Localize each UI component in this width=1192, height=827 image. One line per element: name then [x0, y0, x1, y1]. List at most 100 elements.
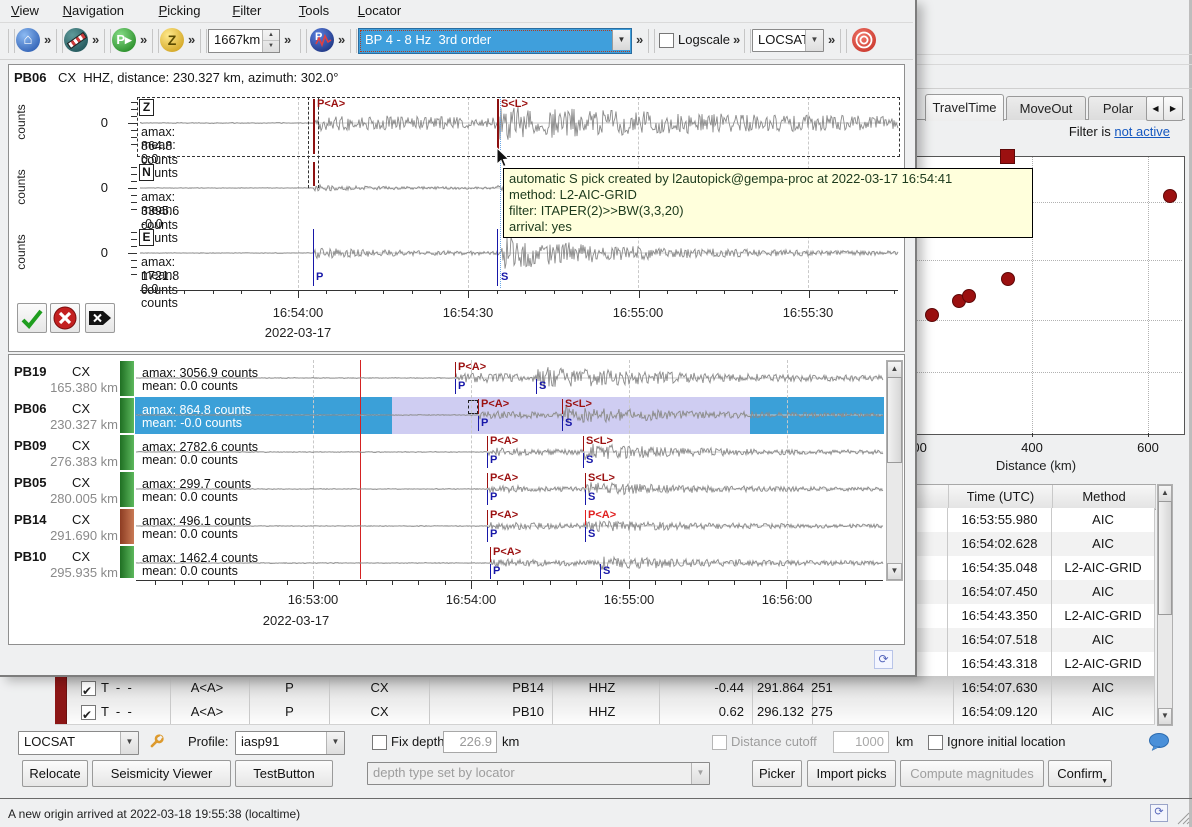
station-row[interactable]: PB14CX291.690 kmamax: 496.1 countsmean: …	[9, 508, 885, 545]
pick-sublabel[interactable]: P	[481, 417, 488, 429]
range-spinbox[interactable]: 1667km ▲ ▼	[208, 29, 280, 53]
pick-line-red[interactable]	[455, 362, 456, 377]
toolbar-handle[interactable]	[104, 29, 111, 53]
toolbar-handle[interactable]	[744, 29, 751, 53]
import-picks-button[interactable]: Import picks	[807, 760, 896, 787]
pick-sublabel[interactable]: P	[490, 528, 497, 540]
apply-and-exit-button[interactable]	[85, 303, 115, 333]
pick-sublabel[interactable]: P	[458, 380, 465, 392]
menu-filter[interactable]: Filter	[228, 3, 265, 18]
pick-line-blue[interactable]	[455, 379, 456, 394]
overflow-chevron-icon[interactable]: »	[733, 32, 740, 47]
pick-label[interactable]: P<A>	[493, 546, 521, 558]
reject-picks-button[interactable]	[50, 303, 80, 333]
spin-up-icon[interactable]: ▲	[263, 30, 279, 40]
pick-label[interactable]: S<L>	[586, 435, 613, 447]
p-pick-line[interactable]	[313, 162, 315, 186]
arrivals-scrollbar[interactable]: ▲ ▼	[1157, 484, 1173, 726]
overflow-chevron-icon[interactable]: »	[188, 32, 195, 47]
test-button[interactable]: TestButton	[235, 760, 333, 787]
s-pick-label[interactable]: S<L>	[501, 98, 528, 110]
locator-select[interactable]: LOCSAT ▼	[18, 731, 139, 755]
pick-line-blue[interactable]	[487, 490, 488, 505]
pick-line-blue[interactable]	[583, 453, 584, 468]
plot-point[interactable]	[1163, 189, 1177, 203]
overflow-chevron-icon[interactable]: »	[828, 32, 835, 47]
toolbar-handle[interactable]	[152, 29, 159, 53]
plot-point-square[interactable]	[1000, 149, 1015, 164]
pick-line-red[interactable]	[585, 510, 586, 525]
station-row[interactable]: PB05CX280.005 kmamax: 299.7 countsmean: …	[9, 471, 885, 508]
scrollbar-thumb[interactable]	[887, 377, 902, 463]
pick-label[interactable]: P<A>	[490, 509, 518, 521]
toolbar-handle[interactable]	[8, 29, 15, 53]
tab-moveout[interactable]: MoveOut	[1006, 96, 1086, 120]
overflow-chevron-icon[interactable]: »	[338, 32, 345, 47]
fix-depth-checkbox[interactable]	[372, 735, 387, 750]
combo-arrow-icon[interactable]: ▼	[326, 732, 344, 754]
arrivals-row[interactable]: T - -A<A>PCXPB14HHZ-0.44291.86425116:54:…	[55, 676, 1155, 701]
pick-sublabel[interactable]: P	[493, 565, 500, 577]
pick-sublabel[interactable]: S	[586, 454, 593, 466]
waveform-p-icon[interactable]: P	[310, 28, 334, 52]
s-marker-blue[interactable]	[497, 229, 498, 286]
map-ruler-icon[interactable]	[64, 28, 88, 52]
toolbar-handle[interactable]	[56, 29, 63, 53]
p-marker-blue[interactable]	[313, 229, 314, 286]
picker-locator-select[interactable]: LOCSAT ▼	[752, 29, 824, 52]
resize-grip-icon[interactable]	[1176, 811, 1190, 825]
filter-status-link[interactable]: not active	[1114, 124, 1170, 139]
pick-line-blue[interactable]	[585, 490, 586, 505]
station-list-scrollbar[interactable]: ▲ ▼	[886, 360, 903, 581]
combo-arrow-icon[interactable]: ▼	[805, 30, 823, 51]
pick-label[interactable]: P<A>	[588, 509, 616, 521]
overflow-chevron-icon[interactable]: »	[284, 32, 291, 47]
pick-line-blue[interactable]	[490, 564, 491, 579]
plot-point[interactable]	[925, 308, 939, 322]
origin-target-icon[interactable]	[852, 28, 876, 52]
toolbar-handle[interactable]	[350, 29, 357, 53]
ignore-initial-location-checkbox[interactable]	[928, 735, 943, 750]
pick-line-red[interactable]	[583, 436, 584, 451]
picker-phase-icon[interactable]: P▸	[112, 28, 136, 52]
plot-point[interactable]	[1001, 272, 1015, 286]
comment-bubble-icon[interactable]	[1148, 733, 1170, 751]
distance-cutoff-checkbox[interactable]	[712, 735, 727, 750]
combo-arrow-icon[interactable]: ▼	[120, 732, 138, 754]
home-icon[interactable]: ⌂	[16, 28, 40, 52]
p-pick-label[interactable]: P<A>	[317, 98, 345, 110]
pick-line-red[interactable]	[490, 547, 491, 562]
arrivals-header-cell[interactable]: Time (UTC)	[949, 485, 1053, 509]
arrivals-row[interactable]: T - -A<A>PCXPB10HHZ0.62296.13227516:54:0…	[55, 700, 1155, 725]
pick-sublabel[interactable]: S	[588, 528, 595, 540]
s-marker-label[interactable]: S	[501, 271, 508, 283]
scroll-up-icon[interactable]: ▲	[1158, 485, 1172, 502]
s-pick-line[interactable]	[497, 99, 499, 154]
toolbar-handle[interactable]	[300, 29, 307, 53]
arrival-used-checkbox[interactable]	[81, 705, 96, 720]
arrivals-header-cell[interactable]: Method	[1053, 485, 1156, 509]
pick-sublabel[interactable]: S	[588, 491, 595, 503]
station-row[interactable]: PB09CX276.383 kmamax: 2782.6 countsmean:…	[9, 434, 885, 471]
overflow-chevron-icon[interactable]: »	[44, 32, 51, 47]
pick-line-blue[interactable]	[487, 453, 488, 468]
accept-picks-button[interactable]	[17, 303, 47, 333]
pick-line-blue[interactable]	[536, 379, 537, 394]
station-row[interactable]: PB19CX165.380 kmamax: 3056.9 countsmean:…	[9, 360, 885, 397]
arrival-used-checkbox[interactable]	[81, 681, 96, 696]
menu-locator[interactable]: Locator	[354, 3, 405, 18]
tab-scroll-right-button[interactable]: ▶	[1163, 96, 1183, 121]
pick-line-red[interactable]	[487, 436, 488, 451]
filter-select[interactable]: BP 4 - 8 Hz 3rd order ▼	[358, 28, 632, 54]
station-row[interactable]: PB06CX230.327 kmamax: 864.8 countsmean: …	[9, 397, 885, 434]
pick-label[interactable]: P<A>	[490, 472, 518, 484]
spin-down-icon[interactable]: ▼	[263, 40, 279, 51]
toolbar-handle[interactable]	[200, 29, 207, 53]
overflow-chevron-icon[interactable]: »	[92, 32, 99, 47]
pick-sublabel[interactable]: S	[539, 380, 546, 392]
toolbar-handle[interactable]	[648, 29, 655, 53]
profile-select[interactable]: iasp91 ▼	[235, 731, 345, 755]
p-pick-line[interactable]	[313, 99, 315, 154]
relocate-button[interactable]: Relocate	[22, 760, 88, 787]
pick-label[interactable]: P<A>	[490, 435, 518, 447]
